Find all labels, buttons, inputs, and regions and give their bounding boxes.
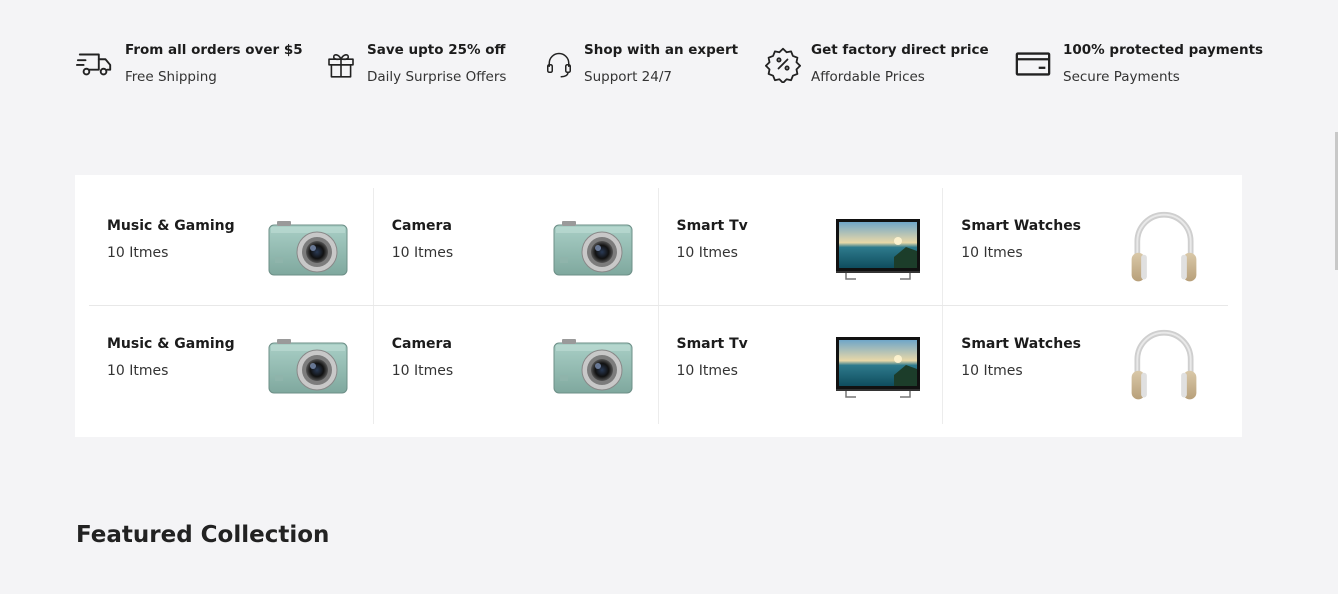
service-support: Shop with an expert Support 24/7 [544, 38, 765, 92]
tv-image[interactable] [836, 328, 920, 406]
category-row: Music & Gaming 10 Itmes Camera 10 Itmes … [89, 306, 1228, 424]
category-card-camera[interactable]: Camera 10 Itmes [374, 188, 659, 305]
gift-icon [325, 44, 357, 84]
camera-image[interactable] [552, 328, 636, 406]
service-subtitle: Free Shipping [125, 69, 217, 85]
service-subtitle: Affordable Prices [811, 69, 925, 85]
camera-image[interactable] [267, 328, 351, 406]
service-subtitle: Daily Surprise Offers [367, 69, 507, 85]
category-count: 10 Itmes [391, 363, 454, 379]
category-card-smart-watches[interactable]: Smart Watches 10 Itmes [943, 188, 1228, 305]
service-title: Get factory direct price [811, 42, 989, 58]
service-subtitle: Support 24/7 [584, 69, 672, 85]
category-count: 10 Itmes [676, 245, 738, 261]
category-count: 10 Itmes [391, 245, 454, 261]
category-card-smart-watches[interactable]: Smart Watches 10 Itmes [943, 306, 1228, 424]
camera-image[interactable] [552, 210, 636, 288]
tv-image[interactable] [836, 210, 920, 288]
category-name[interactable]: Music & Gaming [107, 334, 235, 354]
category-name[interactable]: Smart Watches [961, 216, 1081, 236]
service-title: From all orders over $5 [125, 42, 303, 58]
services-strip: From all orders over $5 Free Shipping Sa… [75, 38, 1263, 92]
service-free-shipping: From all orders over $5 Free Shipping [75, 38, 325, 92]
featured-collection-heading: Featured Collection [76, 522, 330, 548]
category-card-smart-tv[interactable]: Smart Tv 10 Itmes [659, 188, 944, 305]
headset-icon [544, 44, 574, 84]
category-card-music-gaming[interactable]: Music & Gaming 10 Itmes [89, 188, 374, 305]
category-count: 10 Itmes [107, 245, 169, 261]
credit-card-icon [1013, 44, 1053, 84]
category-name[interactable]: Smart Tv [677, 216, 748, 236]
discount-badge-icon [765, 44, 801, 84]
truck-icon [75, 44, 115, 84]
camera-image[interactable] [267, 210, 351, 288]
category-name[interactable]: Camera [392, 216, 452, 236]
category-count: 10 Itmes [107, 363, 169, 379]
category-card-smart-tv[interactable]: Smart Tv 10 Itmes [659, 306, 944, 424]
service-secure-payments: 100% protected payments Secure Payments [1013, 38, 1263, 92]
headphones-image[interactable] [1122, 210, 1206, 288]
service-daily-offers: Save upto 25% off Daily Surprise Offers [325, 38, 544, 92]
category-grid: Music & Gaming 10 Itmes Camera 10 Itmes … [75, 175, 1242, 437]
service-title: Save upto 25% off [367, 42, 506, 58]
service-factory-price: Get factory direct price Affordable Pric… [765, 38, 1013, 92]
category-count: 10 Itmes [961, 245, 1023, 261]
headphones-image[interactable] [1122, 328, 1206, 406]
service-title: 100% protected payments [1063, 42, 1264, 58]
category-count: 10 Itmes [676, 363, 738, 379]
category-name[interactable]: Smart Watches [961, 334, 1081, 354]
category-name[interactable]: Camera [392, 334, 452, 354]
service-title: Shop with an expert [584, 42, 739, 58]
category-card-camera[interactable]: Camera 10 Itmes [374, 306, 659, 424]
category-count: 10 Itmes [961, 363, 1023, 379]
category-card-music-gaming[interactable]: Music & Gaming 10 Itmes [89, 306, 374, 424]
category-row: Music & Gaming 10 Itmes Camera 10 Itmes … [89, 188, 1228, 306]
category-name[interactable]: Music & Gaming [107, 216, 235, 236]
category-name[interactable]: Smart Tv [677, 334, 748, 354]
service-subtitle: Secure Payments [1063, 69, 1180, 85]
